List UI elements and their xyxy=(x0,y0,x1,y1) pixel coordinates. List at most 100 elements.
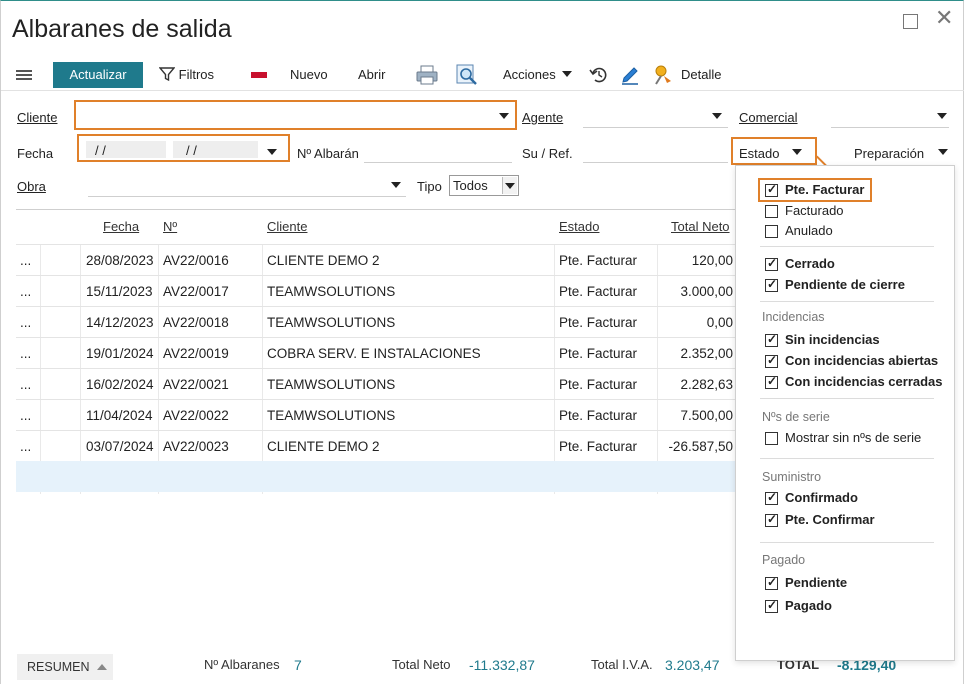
su-ref-field[interactable] xyxy=(583,162,728,163)
acciones-menu[interactable]: Acciones xyxy=(503,59,573,91)
table-row[interactable]: ... 03/07/2024 AV22/0023 CLIENTE DEMO 2 … xyxy=(16,430,736,461)
cell-cliente: TEAMWSOLUTIONS xyxy=(267,284,396,299)
col-fecha[interactable]: Fecha xyxy=(103,210,139,244)
print-icon[interactable] xyxy=(416,65,438,85)
checkbox-incidencias-cerradas[interactable] xyxy=(765,374,778,389)
cell-cliente: TEAMWSOLUTIONS xyxy=(267,408,396,423)
obra-dropdown-icon[interactable] xyxy=(391,182,401,188)
cell-cliente: CLIENTE DEMO 2 xyxy=(267,253,380,268)
checkbox-sin-incidencias[interactable] xyxy=(765,332,778,347)
fecha-dropdown-icon[interactable] xyxy=(267,149,277,155)
abrir-button[interactable]: Abrir xyxy=(358,59,385,91)
close-icon[interactable]: ✕ xyxy=(935,7,953,29)
history-icon[interactable] xyxy=(589,65,609,85)
checkbox-facturado[interactable] xyxy=(765,205,778,218)
checkbox-confirmado[interactable] xyxy=(765,490,778,505)
n-albaran-field[interactable] xyxy=(364,162,512,163)
resumen-toggle[interactable]: RESUMEN xyxy=(17,654,113,680)
cliente-dropdown-icon[interactable] xyxy=(499,113,509,119)
table-row[interactable]: ... 16/02/2024 AV22/0021 TEAMWSOLUTIONS … xyxy=(16,368,736,399)
cell-numero: AV22/0016 xyxy=(163,253,229,268)
option-pendiente[interactable]: Pendiente xyxy=(785,574,847,592)
table-row[interactable]: ... 15/11/2023 AV22/0017 TEAMWSOLUTIONS … xyxy=(16,275,736,306)
tipo-select[interactable]: Todos xyxy=(449,175,519,196)
cell-numero: AV22/0022 xyxy=(163,408,229,423)
option-facturado[interactable]: Facturado xyxy=(785,202,844,220)
acciones-label: Acciones xyxy=(503,67,556,82)
row-menu[interactable]: ... xyxy=(20,307,31,338)
cliente-field[interactable] xyxy=(74,100,517,130)
checkbox-sin-series[interactable] xyxy=(765,432,778,445)
toolbar: Actualizar Filtros Nuevo Abrir Acciones … xyxy=(1,59,964,91)
table-row[interactable]: ... 28/08/2023 AV22/0016 CLIENTE DEMO 2 … xyxy=(16,244,736,275)
checkbox-pte-confirmar[interactable] xyxy=(765,512,778,527)
comercial-field[interactable] xyxy=(831,127,949,128)
preparacion-dropdown-icon[interactable] xyxy=(938,149,948,155)
preparacion-label[interactable]: Preparación xyxy=(854,146,924,161)
cliente-label[interactable]: Cliente xyxy=(17,110,57,125)
tipo-label: Tipo xyxy=(417,179,442,194)
menu-icon[interactable] xyxy=(16,70,32,80)
checkbox-pagado[interactable] xyxy=(765,598,778,613)
option-confirmado[interactable]: Confirmado xyxy=(785,489,858,507)
table-row[interactable]: ... 14/12/2023 AV22/0018 TEAMWSOLUTIONS … xyxy=(16,306,736,337)
resumen-label: RESUMEN xyxy=(27,660,90,674)
table-row[interactable]: ... 19/01/2024 AV22/0019 COBRA SERV. E I… xyxy=(16,337,736,368)
preview-icon[interactable] xyxy=(456,64,478,86)
edit-icon[interactable] xyxy=(620,65,640,85)
comercial-dropdown-icon[interactable] xyxy=(937,113,947,119)
row-menu[interactable]: ... xyxy=(20,431,31,462)
comercial-label[interactable]: Comercial xyxy=(739,110,798,125)
detalle-button[interactable]: Detalle xyxy=(681,59,721,91)
chevron-down-icon xyxy=(505,183,515,189)
option-incidencias-cerradas[interactable]: Con incidencias cerradas xyxy=(785,373,943,391)
delete-icon[interactable] xyxy=(251,72,267,78)
cell-estado: Pte. Facturar xyxy=(559,284,638,299)
pin-icon[interactable] xyxy=(652,64,674,86)
col-numero[interactable]: Nº xyxy=(163,210,177,244)
filtros-button[interactable]: Filtros xyxy=(158,59,214,91)
obra-label[interactable]: Obra xyxy=(17,179,46,194)
table-row[interactable]: ... 11/04/2024 AV22/0022 TEAMWSOLUTIONS … xyxy=(16,399,736,430)
cell-estado: Pte. Facturar xyxy=(559,377,638,392)
fecha-hasta[interactable]: / / xyxy=(186,143,197,158)
checkbox-incidencias-abiertas[interactable] xyxy=(765,353,778,368)
option-anulado[interactable]: Anulado xyxy=(785,222,833,240)
actualizar-button[interactable]: Actualizar xyxy=(53,62,143,88)
chevron-down-icon xyxy=(562,71,573,77)
new-row[interactable] xyxy=(16,461,736,492)
nuevo-button[interactable]: Nuevo xyxy=(290,59,328,91)
option-cerrado[interactable]: Cerrado xyxy=(785,255,835,273)
cell-total: 2.282,63 xyxy=(680,377,733,392)
row-menu[interactable]: ... xyxy=(20,369,31,400)
tipo-select-value: Todos xyxy=(453,178,488,193)
option-sin-incidencias[interactable]: Sin incidencias xyxy=(785,331,880,349)
agente-field[interactable] xyxy=(583,127,728,128)
checkbox-anulado[interactable] xyxy=(765,225,778,238)
row-menu[interactable]: ... xyxy=(20,400,31,431)
row-menu[interactable]: ... xyxy=(20,338,31,369)
agente-label[interactable]: Agente xyxy=(522,110,563,125)
agente-dropdown-icon[interactable] xyxy=(712,113,722,119)
window: Albaranes de salida ✕ Actualizar Filtros… xyxy=(0,0,964,684)
maximize-icon[interactable] xyxy=(903,14,918,29)
checkbox-cerrado[interactable] xyxy=(765,256,778,271)
option-sin-series[interactable]: Mostrar sin nºs de serie xyxy=(785,429,921,447)
option-pagado[interactable]: Pagado xyxy=(785,597,832,615)
total-iva-label: Total I.V.A. xyxy=(591,657,653,672)
row-menu[interactable]: ... xyxy=(20,245,31,276)
checkbox-pendiente[interactable] xyxy=(765,575,778,590)
checkbox-pte-facturar[interactable] xyxy=(765,182,778,197)
row-menu[interactable]: ... xyxy=(20,276,31,307)
tipo-select-toggle[interactable] xyxy=(502,177,517,194)
option-pte-facturar[interactable]: Pte. Facturar xyxy=(785,181,864,199)
option-pendiente-cierre[interactable]: Pendiente de cierre xyxy=(785,276,905,294)
obra-field[interactable] xyxy=(88,196,406,197)
checkbox-pendiente-cierre[interactable] xyxy=(765,277,778,292)
col-total-neto[interactable]: Total Neto xyxy=(671,210,730,244)
option-incidencias-abiertas[interactable]: Con incidencias abiertas xyxy=(785,352,938,370)
col-cliente[interactable]: Cliente xyxy=(267,210,307,244)
option-pte-confirmar[interactable]: Pte. Confirmar xyxy=(785,511,875,529)
fecha-desde[interactable]: / / xyxy=(95,143,106,158)
col-estado[interactable]: Estado xyxy=(559,210,599,244)
